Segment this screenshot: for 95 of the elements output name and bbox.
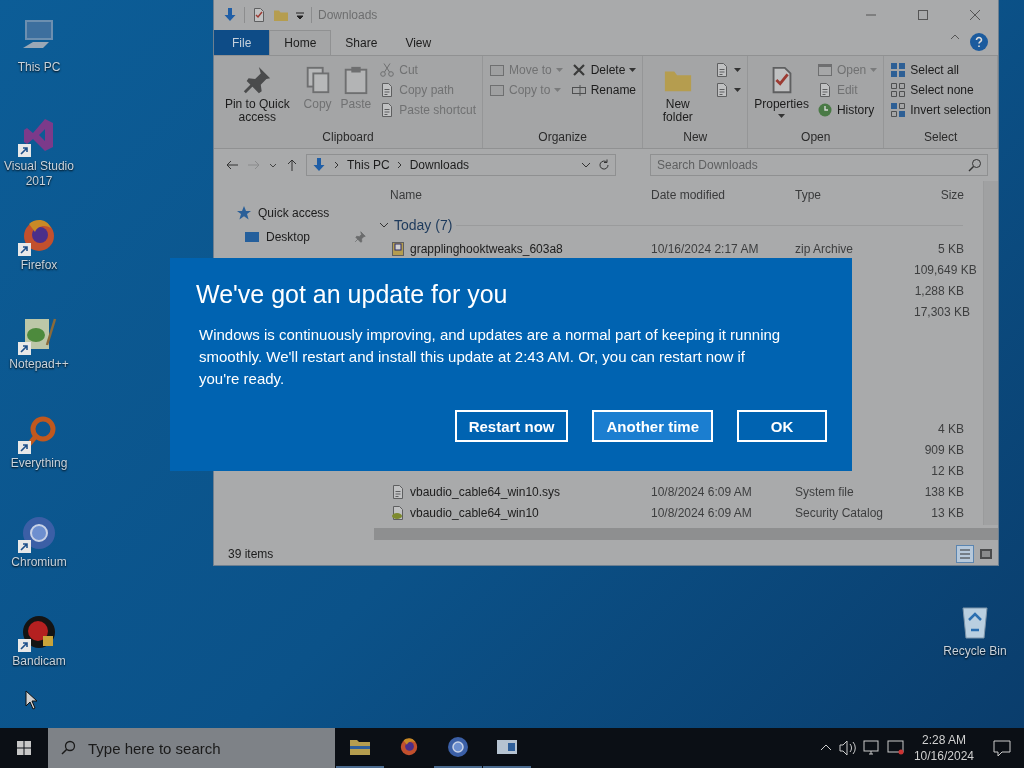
dialog-message: Windows is continuously improving, and updates are a normal part of keeping it running smoothly. We'll restart and install this update at 2:43 AM. Or, you can restart now if you're ready. (199, 325, 782, 389)
ribbon-button[interactable]: Select none (888, 81, 993, 99)
table-cell: 138 KB (924, 484, 964, 499)
clock-date[interactable]: 10/16/2024 (913, 748, 974, 764)
group-header[interactable]: Today (7) (394, 217, 453, 233)
grid-icon (890, 102, 907, 118)
table-cell: 10/8/2024 6:09 AM (651, 484, 752, 499)
table-cell: 10/8/2024 6:09 AM (651, 505, 752, 520)
ribbon-button[interactable]: Select all (888, 61, 993, 79)
app-icon (446, 735, 470, 759)
ribbon-group-label: Select (922, 129, 959, 146)
ribbon-button[interactable]: Rename (568, 81, 639, 99)
file-name[interactable]: grapplinghooktweaks_603a8 (410, 241, 563, 256)
ribbon-group-label: Clipboard (321, 129, 375, 146)
search-field[interactable]: Type here to search (48, 728, 335, 768)
search-field[interactable]: Search Downloads (650, 154, 988, 176)
table-cell: 12 KB (931, 463, 964, 478)
column-header[interactable]: Type (795, 188, 914, 202)
window-title: Downloads (318, 8, 378, 22)
ribbon-group-label: Organize (537, 129, 589, 146)
search-icon (968, 158, 982, 172)
help-icon[interactable] (970, 33, 988, 51)
checklist-icon (251, 7, 267, 23)
table-cell: Security Catalog (795, 505, 884, 520)
table-cell: 4 KB (938, 421, 964, 436)
thumbnail-view-icon[interactable] (978, 546, 994, 562)
status-text: 39 items (228, 547, 274, 561)
details-view-icon[interactable] (956, 545, 974, 563)
clock-icon (816, 102, 833, 118)
breadcrumb[interactable]: Downloads (409, 158, 470, 172)
address-bar[interactable]: This PC Downloads (306, 154, 616, 176)
ribbon-tab[interactable]: Share (331, 30, 392, 55)
navigation-item[interactable]: Desktop (266, 230, 311, 244)
table-cell: 10/16/2024 2:17 AM (651, 241, 759, 256)
desktop-icon-label[interactable]: Bandicam (1, 654, 77, 669)
navigation-item[interactable]: Quick access (258, 206, 330, 220)
desktop-icon-label[interactable]: Recycle Bin (937, 644, 1013, 659)
grid-icon (890, 62, 907, 78)
desktop-icon-label[interactable]: Chromium (1, 555, 77, 570)
mouse-cursor-icon (25, 690, 37, 710)
search-icon (60, 740, 76, 756)
ribbon-button[interactable]: Pin to Quick access (218, 59, 297, 128)
vertical-scrollbar[interactable] (983, 181, 998, 525)
download-arrow-icon (311, 157, 327, 173)
window-icon (816, 62, 833, 78)
table-cell: 5 KB (938, 241, 964, 256)
caret-icon[interactable] (581, 160, 591, 170)
star-icon (236, 205, 252, 221)
chevron-right-icon (333, 160, 341, 170)
file-name[interactable]: vbaudio_cable64_win10.sys (410, 484, 561, 499)
scissors-icon (379, 62, 396, 78)
desktop-icon-label[interactable]: Visual Studio 2017 (1, 159, 77, 189)
dialog-title: We've got an update for you (196, 279, 509, 310)
dialog-button[interactable]: Restart now (454, 410, 569, 442)
ribbon-tab[interactable]: Home (269, 30, 332, 55)
clock-time[interactable]: 2:28 AM (921, 732, 966, 748)
desktop-icon (244, 229, 260, 245)
table-cell: 1,288 KB (914, 283, 964, 298)
table-cell: 909 KB (924, 442, 964, 457)
file-name[interactable]: vbaudio_cable64_win10 (410, 505, 539, 520)
ribbon-group-label: New (682, 129, 709, 146)
ribbon-button[interactable]: Delete (568, 61, 639, 79)
column-header[interactable]: Date modified (651, 188, 795, 202)
ribbon-tab[interactable]: File (214, 30, 270, 55)
rename-icon (570, 82, 587, 98)
table-cell: 13 KB (931, 505, 964, 520)
ribbon-tab[interactable]: View (391, 30, 446, 55)
desktop-icon-label[interactable]: Everything (1, 456, 77, 471)
pin-icon (242, 65, 273, 95)
ribbon-button[interactable]: History (814, 101, 880, 119)
horizontal-scrollbar[interactable] (374, 528, 998, 540)
cross-icon (570, 62, 587, 78)
refresh-icon[interactable] (597, 158, 611, 172)
chevron-right-icon (395, 160, 404, 170)
download-arrow-icon (222, 7, 238, 23)
column-header[interactable]: Name (390, 188, 651, 202)
ribbon-button[interactable]: Properties (752, 59, 811, 128)
desktop-icon-label[interactable]: Notepad++ (1, 357, 77, 372)
desktop-icon-label[interactable]: This PC (1, 60, 77, 75)
catalog-file-icon (390, 504, 406, 521)
table-cell: zip Archive (795, 241, 854, 256)
grid-icon (890, 82, 907, 98)
column-header[interactable]: Size (914, 188, 964, 202)
ribbon-button[interactable]: New folder (647, 59, 709, 128)
table-cell: 109,649 KB (914, 262, 977, 277)
ribbon-button[interactable]: Invert selection (888, 101, 993, 119)
ribbon-group-label: Open (800, 129, 832, 146)
dialog-button[interactable]: Another time (592, 410, 713, 442)
desktop-icon-label[interactable]: Firefox (1, 258, 77, 273)
dialog-button[interactable]: OK (737, 410, 827, 442)
table-cell: 17,303 KB (914, 304, 971, 319)
breadcrumb[interactable]: This PC (347, 158, 390, 172)
zip-file-icon (390, 240, 406, 257)
file-icon (390, 483, 406, 500)
table-cell: System file (795, 484, 854, 499)
